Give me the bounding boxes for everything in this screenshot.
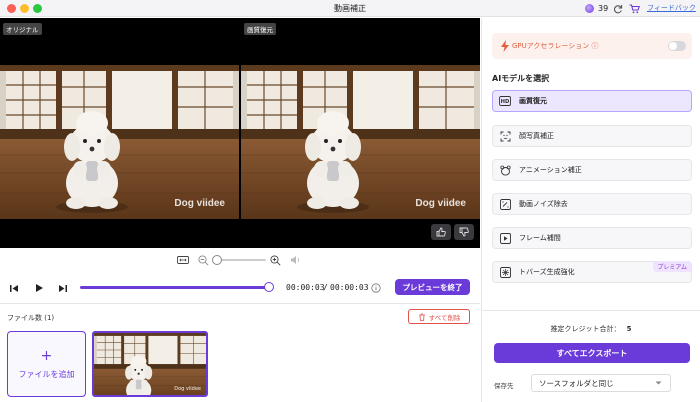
zoom-controls bbox=[0, 253, 480, 267]
current-time: 00:00:03 bbox=[286, 283, 325, 292]
play-icon bbox=[36, 284, 43, 292]
zoom-in-icon[interactable] bbox=[268, 253, 282, 267]
model-option-frame-interpolation[interactable]: フレーム補間 bbox=[492, 227, 692, 249]
original-label: オリジナル bbox=[3, 23, 42, 35]
file-count-label: ファイル数 (1) bbox=[7, 314, 55, 322]
original-video: Dog viidee bbox=[0, 65, 239, 219]
svg-text:HD: HD bbox=[501, 99, 510, 105]
model-option-face-enhance[interactable]: 顔写真補正 bbox=[492, 125, 692, 147]
video-watermark: Dog viidee bbox=[174, 198, 225, 209]
end-preview-button[interactable]: プレビューを終了 bbox=[395, 279, 470, 295]
premium-badge: プレミアム bbox=[653, 261, 691, 272]
model-option-animation[interactable]: アニメーション補正 bbox=[492, 159, 692, 181]
add-file-label: ファイルを追加 bbox=[18, 369, 75, 379]
thumbs-up-button[interactable] bbox=[431, 224, 451, 240]
zoom-slider-handle[interactable] bbox=[212, 255, 222, 265]
skip-back-icon bbox=[10, 284, 18, 292]
gpu-acceleration-toggle[interactable] bbox=[668, 41, 686, 51]
divider bbox=[0, 303, 480, 304]
gpu-acceleration-label: GPUアクセラレーション ⓘ bbox=[512, 42, 599, 50]
cart-icon[interactable] bbox=[628, 3, 640, 15]
volume-icon[interactable] bbox=[288, 253, 302, 267]
gpu-info-icon[interactable]: ⓘ bbox=[592, 42, 599, 50]
restored-video: Dog viidee bbox=[241, 65, 480, 219]
thumbnail-watermark: Dog viidee bbox=[174, 386, 201, 392]
model-option-topaz-enhance[interactable]: トバーズ生成強化 プレミアム bbox=[492, 261, 692, 283]
video-thumbnail[interactable]: Dog viidee bbox=[92, 331, 208, 397]
denoise-icon bbox=[499, 198, 511, 210]
refresh-icon[interactable] bbox=[612, 3, 624, 15]
video-watermark: Dog viidee bbox=[415, 198, 466, 209]
feedback-link[interactable]: フィードバック bbox=[647, 3, 696, 13]
total-time: 00:00:03 bbox=[330, 283, 369, 292]
playback-controls: 00:00:03 / 00:00:03 プレビューを終了 bbox=[0, 279, 480, 297]
next-frame-button[interactable] bbox=[56, 281, 70, 295]
video-preview-area: オリジナル 画質復元 Dog viidee Dog viidee bbox=[0, 18, 480, 248]
face-scan-icon bbox=[499, 130, 511, 142]
skip-forward-icon bbox=[59, 284, 67, 292]
restored-label: 画質復元 bbox=[244, 23, 276, 35]
chevron-down-icon bbox=[655, 381, 662, 385]
export-all-button[interactable]: すべてエクスポート bbox=[494, 343, 690, 363]
sparkle-icon bbox=[499, 266, 511, 278]
save-location-label: 保存先 bbox=[494, 382, 514, 390]
thumbs-up-icon bbox=[436, 227, 446, 237]
delete-all-button[interactable]: すべて削除 bbox=[408, 309, 470, 324]
panel-divider bbox=[482, 310, 700, 311]
credit-coin-icon bbox=[585, 4, 594, 13]
progress-bar[interactable] bbox=[80, 286, 268, 289]
progress-handle[interactable] bbox=[264, 282, 274, 292]
frame-interp-icon bbox=[499, 232, 511, 244]
lightning-icon bbox=[501, 40, 509, 52]
thumbs-down-icon bbox=[459, 227, 469, 237]
add-file-button[interactable]: + ファイルを追加 bbox=[7, 331, 86, 397]
time-separator: / bbox=[323, 283, 328, 292]
credit-count: 39 bbox=[598, 4, 609, 13]
estimated-credits: 推定クレジット合計： 5 bbox=[550, 325, 632, 333]
plus-icon: + bbox=[40, 347, 53, 364]
settings-panel: GPUアクセラレーション ⓘ AIモデルを選択 HD 画質復元 顔写真補正 アニ… bbox=[481, 18, 700, 402]
fit-screen-icon[interactable] bbox=[176, 253, 190, 267]
title-bar: 動画補正 39 フィードバック bbox=[0, 0, 700, 17]
bear-icon bbox=[499, 164, 511, 176]
zoom-out-icon[interactable] bbox=[196, 253, 210, 267]
models-section-title: AIモデルを選択 bbox=[492, 74, 550, 83]
previous-frame-button[interactable] bbox=[7, 281, 21, 295]
play-button[interactable] bbox=[32, 281, 46, 295]
model-option-quality-restore[interactable]: HD 画質復元 bbox=[492, 90, 692, 112]
trash-icon bbox=[418, 313, 425, 321]
delete-all-label: すべて削除 bbox=[428, 313, 461, 322]
gpu-acceleration-row: GPUアクセラレーション ⓘ bbox=[492, 33, 692, 59]
info-icon[interactable] bbox=[369, 281, 383, 295]
model-option-video-denoise[interactable]: 動画ノイズ除去 bbox=[492, 193, 692, 215]
thumbs-down-button[interactable] bbox=[454, 224, 474, 240]
save-location-select[interactable]: ソースフォルダと同じ bbox=[531, 374, 671, 392]
credits-display: 39 bbox=[585, 2, 640, 15]
hd-icon: HD bbox=[499, 95, 511, 107]
